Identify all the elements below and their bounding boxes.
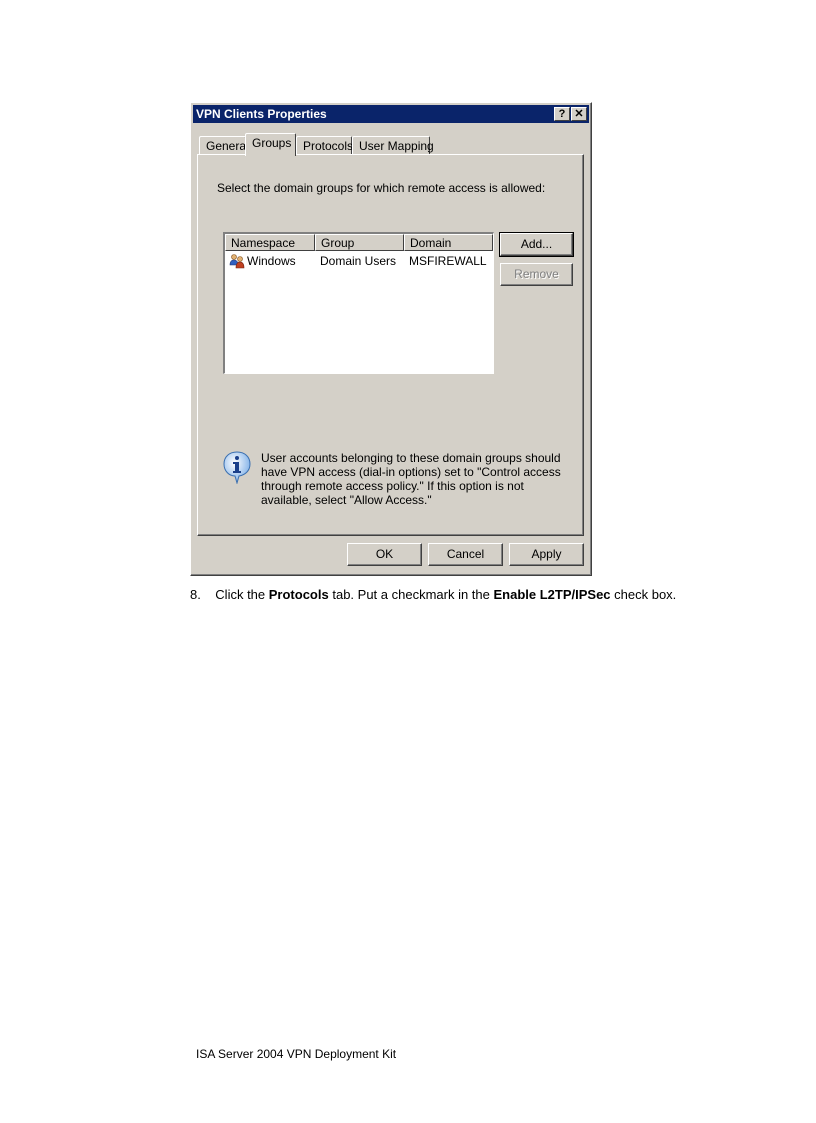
step-text-2: tab. Put a checkmark in the bbox=[328, 587, 494, 602]
remove-button[interactable]: Remove bbox=[500, 263, 573, 286]
tab-protocols[interactable]: Protocols bbox=[296, 136, 353, 155]
list-item[interactable]: Windows Domain Users MSFIREWALL bbox=[225, 252, 493, 270]
instruction-label: Select the domain groups for which remot… bbox=[217, 181, 546, 195]
column-header-domain[interactable]: Domain bbox=[404, 234, 493, 251]
step-number: 8. bbox=[190, 587, 201, 602]
close-button[interactable]: ✕ bbox=[571, 107, 587, 121]
groups-tab-panel: Select the domain groups for which remot… bbox=[197, 154, 584, 536]
group-cell: Domain Users bbox=[320, 254, 397, 268]
step-instruction: 8. Click the Protocols tab. Put a checkm… bbox=[190, 587, 676, 602]
properties-dialog: VPN Clients Properties ? ✕ General Group… bbox=[190, 102, 592, 576]
step-text-3: check box. bbox=[610, 587, 677, 602]
user-group-icon bbox=[229, 253, 245, 274]
cancel-button[interactable]: Cancel bbox=[428, 543, 503, 566]
dialog-titlebar: VPN Clients Properties ? ✕ bbox=[193, 105, 589, 123]
tab-general[interactable]: General bbox=[199, 136, 249, 155]
add-button[interactable]: Add... bbox=[499, 232, 574, 257]
page-footer: ISA Server 2004 VPN Deployment Kit bbox=[196, 1047, 397, 1061]
column-header-group[interactable]: Group bbox=[315, 234, 404, 251]
dialog-title: VPN Clients Properties bbox=[196, 107, 327, 121]
tab-user-mapping[interactable]: User Mapping bbox=[352, 136, 434, 155]
namespace-cell: Windows bbox=[247, 254, 296, 268]
info-message: User accounts belonging to these domain … bbox=[261, 451, 561, 507]
apply-button[interactable]: Apply bbox=[509, 543, 584, 566]
domain-cell: MSFIREWALL bbox=[409, 254, 487, 268]
step-bold-protocols: Protocols bbox=[268, 587, 329, 602]
column-header-namespace[interactable]: Namespace bbox=[225, 234, 315, 251]
ok-button[interactable]: OK bbox=[347, 543, 422, 566]
help-button[interactable]: ? bbox=[554, 107, 570, 121]
domain-groups-list[interactable]: Namespace Group Domain Windows Domain Us… bbox=[223, 232, 494, 374]
info-icon bbox=[222, 450, 252, 489]
tab-groups[interactable]: Groups bbox=[245, 133, 296, 156]
step-bold-enable: Enable L2TP/IPSec bbox=[493, 587, 611, 602]
step-text-1: Click the bbox=[215, 587, 269, 602]
